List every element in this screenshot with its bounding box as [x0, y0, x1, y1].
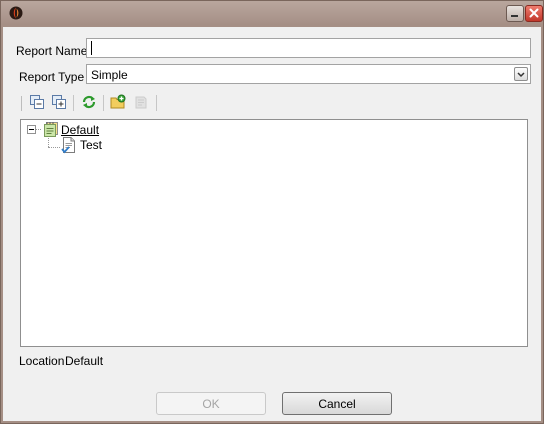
folder-icon: [42, 121, 59, 137]
tree-node-test[interactable]: Test: [80, 138, 102, 152]
toolbar-separator: [103, 95, 104, 111]
report-type-value: Simple: [91, 68, 128, 82]
report-type-label: Report Type: [19, 70, 85, 84]
title-bar[interactable]: [1, 1, 543, 27]
expand-all-icon: [51, 94, 67, 113]
report-name-label: Report Name: [16, 44, 88, 58]
toolbar-separator: [156, 95, 157, 111]
chevron-down-icon: [517, 67, 525, 81]
tree-connector: [48, 147, 60, 148]
app-icon: [9, 6, 23, 20]
report-tree[interactable]: Default Test: [20, 119, 528, 347]
refresh-button[interactable]: [80, 94, 98, 112]
text-caret: [91, 41, 92, 55]
dialog-body: Report Name Report Type Simple Default T…: [3, 27, 541, 421]
ok-button[interactable]: OK: [156, 392, 266, 415]
location-label: Location: [19, 354, 65, 368]
report-type-select[interactable]: Simple: [86, 64, 531, 84]
tree-collapse-toggle[interactable]: [27, 125, 36, 134]
minimize-icon: [510, 7, 520, 21]
toolbar-grip: [21, 96, 22, 111]
close-icon: [529, 7, 539, 21]
report-dialog: Report Name Report Type Simple Default T…: [0, 0, 544, 424]
toolbar-separator: [73, 95, 74, 111]
refresh-icon: [81, 94, 97, 113]
cancel-button[interactable]: Cancel: [282, 392, 392, 415]
tree-connector: [48, 138, 49, 147]
dropdown-button[interactable]: [514, 67, 528, 81]
close-button[interactable]: [525, 5, 543, 22]
collapse-all-icon: [29, 94, 45, 113]
report-name-input[interactable]: [86, 38, 531, 58]
delete-folder-button[interactable]: [132, 94, 150, 112]
delete-folder-icon: [133, 94, 149, 113]
new-folder-icon: [110, 94, 126, 113]
tree-node-default[interactable]: Default: [61, 123, 99, 137]
expand-all-button[interactable]: [50, 94, 68, 112]
collapse-all-button[interactable]: [28, 94, 46, 112]
tree-toolbar: [19, 91, 531, 115]
minimize-button[interactable]: [506, 5, 524, 22]
new-folder-button[interactable]: [109, 94, 127, 112]
location-value: Default: [65, 354, 104, 368]
report-icon: [61, 136, 77, 154]
tree-connector: [36, 129, 41, 130]
